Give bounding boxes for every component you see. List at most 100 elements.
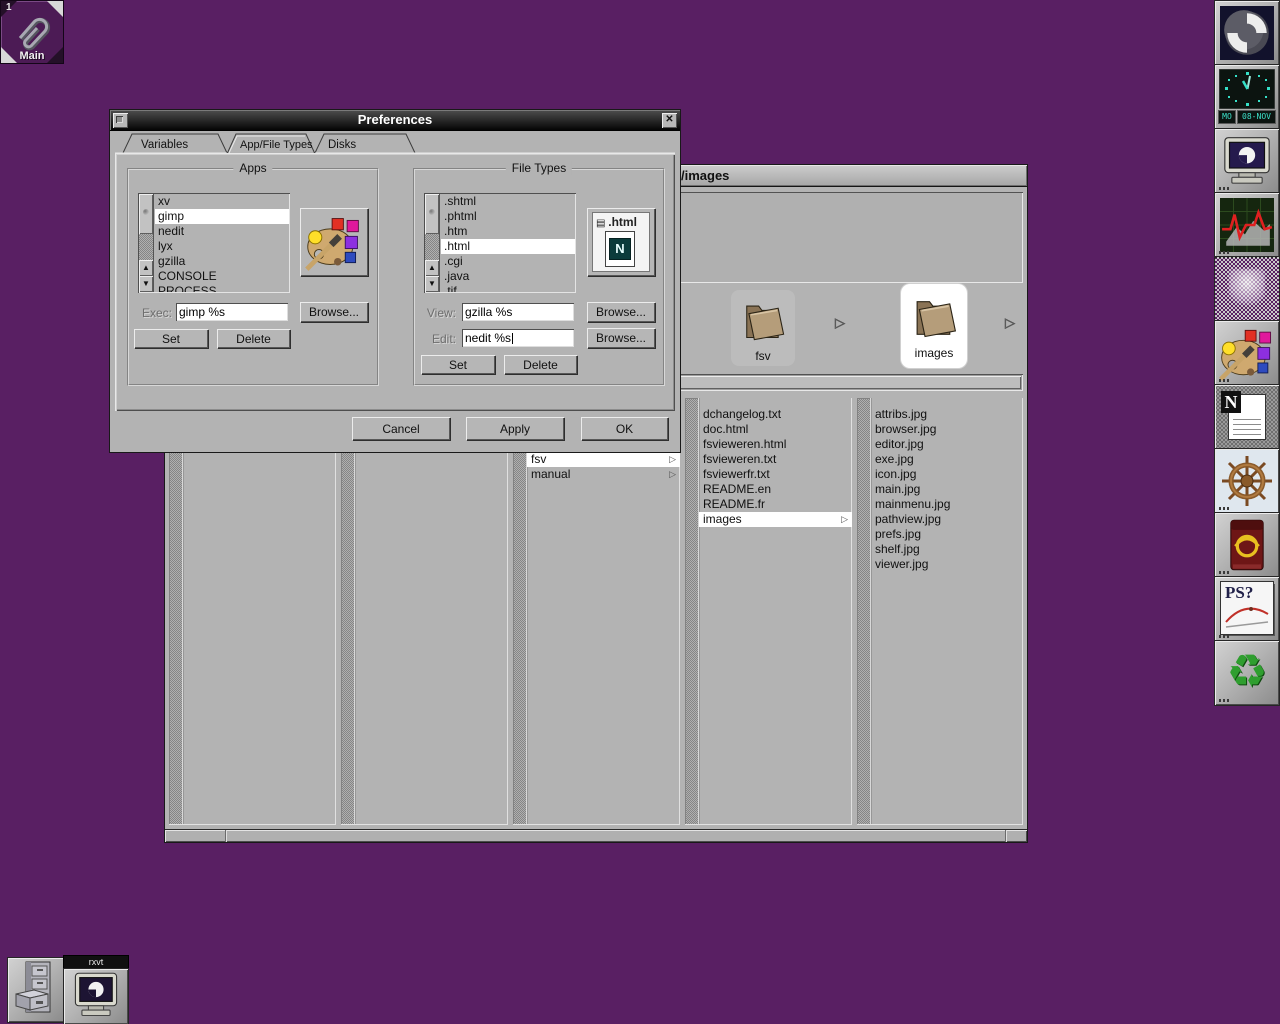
resizebar-groove-right[interactable]	[1005, 830, 1007, 842]
dock-tile-recycler[interactable]: ♻	[1215, 641, 1279, 705]
edit-field[interactable]: nedit %s	[462, 329, 574, 347]
edit-browse-button[interactable]: Browse...	[587, 328, 655, 348]
column-scrollbar[interactable]	[685, 398, 699, 824]
column-list[interactable]: dchangelog.txt doc.html fsvieweren.html …	[699, 398, 852, 824]
window-menu-button[interactable]	[113, 113, 128, 128]
resizebar-groove-left[interactable]	[225, 830, 227, 842]
list-item[interactable]: CONSOLE	[155, 269, 289, 284]
browser-column-1[interactable]	[169, 398, 336, 825]
apps-browse-button[interactable]: Browse...	[300, 302, 368, 322]
scrollbar-thumb[interactable]	[139, 194, 153, 234]
workspace-clip[interactable]: 1 Main	[1, 1, 63, 63]
column-scrollbar[interactable]	[169, 398, 183, 824]
list-item[interactable]: mainmenu.jpg	[871, 497, 1023, 512]
column-list[interactable]: attribs.jpg browser.jpg editor.jpg exe.j…	[871, 398, 1023, 824]
list-item[interactable]: .shtml	[441, 194, 575, 209]
dock-tile-wmaker[interactable]	[1215, 1, 1279, 65]
apply-button[interactable]: Apply	[466, 417, 564, 440]
browser-column-2[interactable]	[341, 398, 508, 825]
appicon-rxvt[interactable]: rxvt	[64, 956, 128, 1024]
list-item[interactable]: dchangelog.txt	[699, 407, 852, 422]
list-item[interactable]: lyx	[155, 239, 289, 254]
list-item[interactable]: .phtml	[441, 209, 575, 224]
list-item[interactable]: images▷	[699, 512, 852, 527]
dock-tile-ghostview[interactable]: PS?	[1215, 577, 1279, 641]
column-list[interactable]	[355, 398, 508, 824]
scroll-up-button[interactable]: ▲	[425, 260, 439, 276]
list-item[interactable]: .cgi	[441, 254, 575, 269]
scrollbar-thumb[interactable]	[425, 194, 439, 234]
list-item[interactable]: .htm	[441, 224, 575, 239]
list-item[interactable]: editor.jpg	[871, 437, 1023, 452]
apps-listbox[interactable]: ▲ ▼ xv gimp nedit lyx gzilla CONSOLE PRO…	[138, 193, 290, 293]
file-types-scrollbar[interactable]: ▲ ▼	[425, 194, 440, 292]
list-item[interactable]: icon.jpg	[871, 467, 1023, 482]
column-scrollbar[interactable]	[513, 398, 527, 824]
path-item-fsv[interactable]: fsv	[731, 290, 795, 366]
dock-tile-gimp[interactable]	[1215, 321, 1279, 385]
file-types-list[interactable]: .shtml .phtml .htm .html .cgi .java .tif	[441, 194, 575, 292]
column-list[interactable]: fsv▷ manual▷	[527, 398, 680, 824]
column-scrollbar[interactable]	[341, 398, 355, 824]
scroll-up-button[interactable]: ▲	[139, 260, 153, 276]
apps-delete-button[interactable]: Delete	[217, 329, 290, 348]
app-icon-button[interactable]	[300, 208, 368, 276]
list-item[interactable]: nedit	[155, 224, 289, 239]
file-types-listbox[interactable]: ▲ ▼ .shtml .phtml .htm .html .cgi .java …	[424, 193, 576, 293]
apps-list[interactable]: xv gimp nedit lyx gzilla CONSOLE PROCESS	[155, 194, 289, 292]
list-item[interactable]: viewer.jpg	[871, 557, 1023, 572]
file-types-set-button[interactable]: Set	[421, 355, 495, 374]
appicon-fsviewer[interactable]	[8, 958, 64, 1022]
list-item[interactable]: prefs.jpg	[871, 527, 1023, 542]
dock-tile-sysmon[interactable]	[1215, 193, 1279, 257]
close-button[interactable]: ✕	[662, 113, 677, 128]
browser-column-3[interactable]: fsv▷ manual▷	[513, 398, 680, 825]
list-item[interactable]: manual▷	[527, 467, 680, 482]
apps-set-button[interactable]: Set	[134, 329, 208, 348]
file-type-icon-button[interactable]: ▤ .html N	[587, 208, 655, 276]
cancel-button[interactable]: Cancel	[352, 417, 450, 440]
list-item[interactable]: gimp	[155, 209, 289, 224]
dock-tile-helm[interactable]	[1215, 449, 1279, 513]
file-types-delete-button[interactable]: Delete	[504, 355, 577, 374]
list-item[interactable]: PROCESS	[155, 284, 289, 292]
path-item-images[interactable]: images	[901, 284, 967, 368]
scroll-down-button[interactable]: ▼	[139, 276, 153, 292]
fm-resizebar[interactable]	[165, 829, 1027, 842]
browser-column-4[interactable]: dchangelog.txt doc.html fsvieweren.html …	[685, 398, 852, 825]
browser-column-5[interactable]: attribs.jpg browser.jpg editor.jpg exe.j…	[857, 398, 1023, 825]
view-browse-button[interactable]: Browse...	[587, 302, 655, 322]
dock-tile-monitor[interactable]	[1215, 129, 1279, 193]
list-item[interactable]: fsv▷	[527, 452, 680, 467]
list-item[interactable]: xv	[155, 194, 289, 209]
column-scrollbar[interactable]	[857, 398, 871, 824]
apps-list-scrollbar[interactable]: ▲ ▼	[139, 194, 154, 292]
view-field[interactable]: gzilla %s	[462, 303, 574, 321]
dock-tile-netscape[interactable]: N	[1215, 385, 1279, 449]
list-item[interactable]: README.fr	[699, 497, 852, 512]
list-item[interactable]: browser.jpg	[871, 422, 1023, 437]
prefs-titlebar[interactable]: Preferences ✕	[110, 110, 680, 131]
scroll-down-button[interactable]: ▼	[425, 276, 439, 292]
dock-tile-clock[interactable]: MO 08-NOV	[1215, 65, 1279, 129]
list-item[interactable]: exe.jpg	[871, 452, 1023, 467]
ok-button[interactable]: OK	[581, 417, 668, 440]
list-item[interactable]: fsvieweren.txt	[699, 452, 852, 467]
list-item[interactable]: .tif	[441, 284, 575, 292]
list-item[interactable]: doc.html	[699, 422, 852, 437]
dock-tile-mail[interactable]	[1215, 513, 1279, 577]
list-item[interactable]: fsvieweren.html	[699, 437, 852, 452]
preferences-dialog[interactable]: Preferences ✕ Variables App/File Types D…	[110, 110, 680, 452]
list-item[interactable]: shelf.jpg	[871, 542, 1023, 557]
list-item[interactable]: pathview.jpg	[871, 512, 1023, 527]
list-item[interactable]: .html	[441, 239, 575, 254]
dock-tile-ghost[interactable]	[1215, 257, 1279, 321]
list-item[interactable]: gzilla	[155, 254, 289, 269]
exec-field[interactable]: gimp %s	[176, 303, 288, 321]
rxvt-tile[interactable]	[64, 969, 128, 1024]
column-list[interactable]	[183, 398, 336, 824]
list-item[interactable]: fsviewerfr.txt	[699, 467, 852, 482]
list-item[interactable]: .java	[441, 269, 575, 284]
list-item[interactable]: attribs.jpg	[871, 407, 1023, 422]
list-item[interactable]: README.en	[699, 482, 852, 497]
